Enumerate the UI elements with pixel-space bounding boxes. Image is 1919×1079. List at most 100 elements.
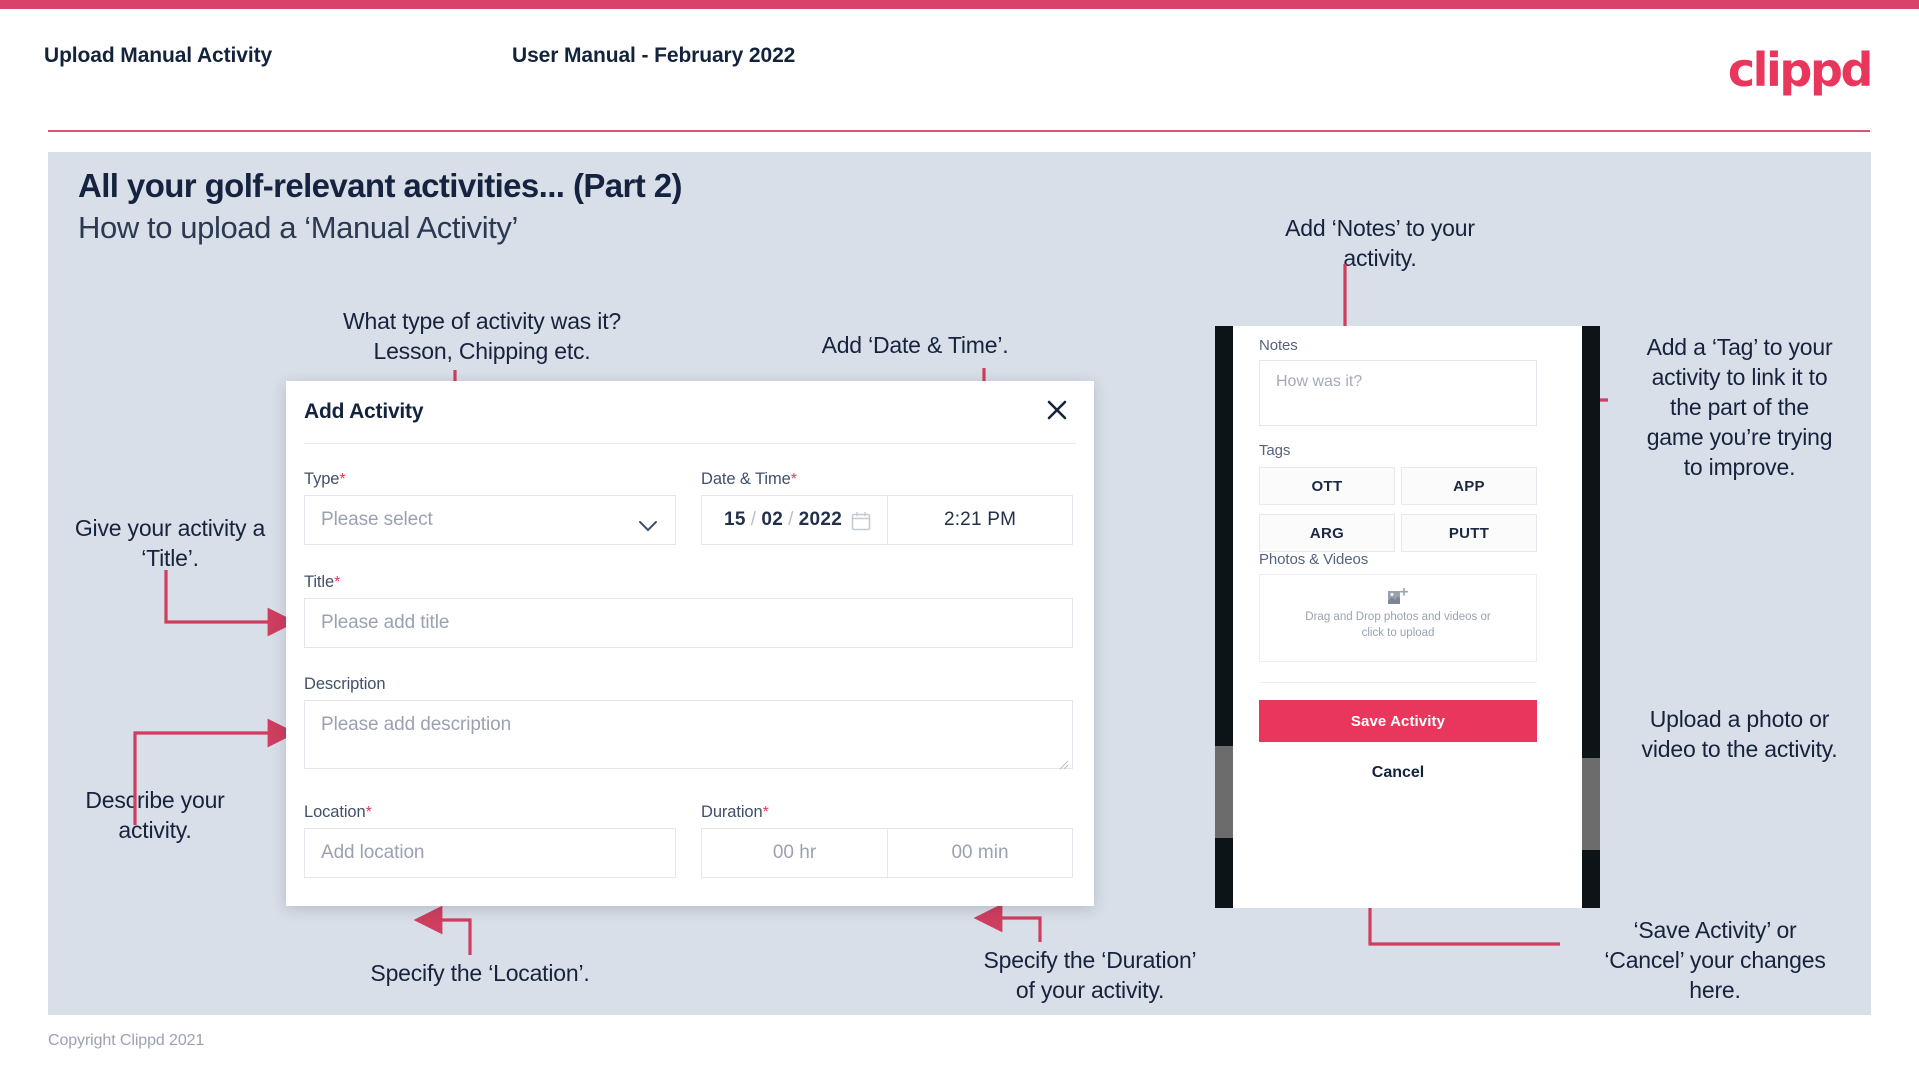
title-label-text: Title bbox=[304, 573, 335, 591]
notes-placeholder: How was it? bbox=[1276, 373, 1363, 390]
datetime-required-mark: * bbox=[790, 471, 797, 488]
annotation-duration: Specify the ‘Duration’ of your activity. bbox=[950, 945, 1230, 1005]
photos-label: Photos & Videos bbox=[1259, 551, 1369, 568]
annotation-tags-line3: the part of the bbox=[1670, 394, 1809, 420]
tag-ott[interactable]: OTT bbox=[1259, 467, 1395, 505]
title-label: Title* bbox=[304, 573, 340, 592]
datetime-field: 15 / 02 / 2022 2:21 PM bbox=[701, 495, 1073, 545]
type-label: Type* bbox=[304, 470, 346, 489]
cancel-button[interactable]: Cancel bbox=[1259, 758, 1537, 788]
annotation-type-line2: Lesson, Chipping etc. bbox=[373, 338, 591, 364]
header-center-title: User Manual - February 2022 bbox=[512, 44, 796, 67]
annotation-duration-line1: Specify the ‘Duration’ bbox=[983, 947, 1197, 973]
type-placeholder: Please select bbox=[321, 509, 433, 530]
date-separator-1: / bbox=[750, 509, 757, 530]
header-left-title: Upload Manual Activity bbox=[44, 44, 273, 67]
modal-header: Add Activity bbox=[286, 381, 1094, 443]
annotation-description: Describe your activity. bbox=[40, 785, 270, 845]
annotation-notes-line1: Add ‘Notes’ to your bbox=[1285, 215, 1475, 241]
annotation-title-line2: ‘Title’. bbox=[141, 545, 199, 571]
annotation-photos-line2: video to the activity. bbox=[1641, 736, 1838, 762]
annotation-description-line2: activity. bbox=[118, 817, 192, 843]
phone-screen: Notes How was it? Tags OTT APP ARG PUTT … bbox=[1233, 326, 1582, 908]
location-required-mark: * bbox=[365, 804, 372, 821]
annotation-type-line1: What type of activity was it? bbox=[343, 308, 621, 334]
phone-bezel-right bbox=[1582, 326, 1600, 908]
location-label-text: Location bbox=[304, 803, 366, 821]
annotation-save-line1: ‘Save Activity’ or bbox=[1633, 917, 1797, 943]
annotation-type: What type of activity was it? Lesson, Ch… bbox=[332, 306, 632, 366]
title-placeholder: Please add title bbox=[321, 612, 450, 633]
type-label-text: Type bbox=[304, 470, 340, 488]
title-input[interactable]: Please add title bbox=[304, 598, 1073, 648]
time-input[interactable]: 2:21 PM bbox=[887, 496, 1072, 544]
annotation-location: Specify the ‘Location’. bbox=[370, 960, 590, 986]
annotation-save-line2: ‘Cancel’ your changes bbox=[1604, 947, 1826, 973]
date-input[interactable]: 15 / 02 / 2022 bbox=[702, 496, 887, 544]
header-divider bbox=[48, 130, 1870, 132]
annotation-save-cancel: ‘Save Activity’ or ‘Cancel’ your changes… bbox=[1565, 915, 1865, 1005]
annotation-notes: Add ‘Notes’ to your activity. bbox=[1225, 213, 1535, 273]
dropzone-line2: click to upload bbox=[1361, 627, 1435, 639]
title-required-mark: * bbox=[334, 574, 341, 591]
notes-textarea[interactable]: How was it? bbox=[1259, 360, 1537, 426]
annotation-duration-line2: of your activity. bbox=[1015, 977, 1165, 1003]
close-icon[interactable] bbox=[1040, 393, 1074, 427]
annotation-photos-line1: Upload a photo or bbox=[1649, 706, 1830, 732]
phone-divider bbox=[1259, 682, 1537, 683]
duration-field: 00 hr 00 min bbox=[701, 828, 1073, 878]
datetime-label-text: Date & Time bbox=[701, 470, 791, 488]
tags-label: Tags bbox=[1259, 442, 1291, 459]
description-label-text: Description bbox=[304, 675, 386, 693]
annotation-tags-line1: Add a ‘Tag’ to your bbox=[1646, 334, 1833, 360]
notes-label: Notes bbox=[1259, 337, 1298, 354]
top-accent-bar bbox=[0, 0, 1919, 9]
slide-title: All your golf-relevant activities... (Pa… bbox=[78, 167, 682, 204]
phone-side-button-left bbox=[1215, 746, 1233, 838]
tag-arg[interactable]: ARG bbox=[1259, 514, 1395, 552]
phone-bezel-left bbox=[1215, 326, 1233, 908]
annotation-photos: Upload a photo or video to the activity. bbox=[1612, 704, 1867, 764]
date-month: 02 bbox=[761, 509, 784, 530]
phone-mockup: Notes How was it? Tags OTT APP ARG PUTT … bbox=[1215, 326, 1600, 908]
date-year: 2022 bbox=[798, 509, 843, 530]
photo-dropzone[interactable]: Drag and Drop photos and videos or click… bbox=[1259, 574, 1537, 662]
description-textarea[interactable]: Please add description bbox=[304, 700, 1073, 770]
date-separator-2: / bbox=[788, 509, 794, 530]
annotation-title-line1: Give your activity a bbox=[74, 515, 266, 541]
duration-label: Duration* bbox=[701, 803, 769, 822]
duration-hours-input[interactable]: 00 hr bbox=[702, 829, 887, 877]
phone-side-button-right bbox=[1582, 758, 1600, 850]
annotation-datetime: Add ‘Date & Time’. bbox=[821, 332, 1009, 358]
modal-title: Add Activity bbox=[304, 400, 424, 423]
slide-subtitle: How to upload a ‘Manual Activity’ bbox=[78, 210, 518, 245]
description-label: Description bbox=[304, 675, 386, 694]
page-header: Upload Manual Activity User Manual - Feb… bbox=[0, 9, 1919, 132]
location-placeholder: Add location bbox=[321, 842, 425, 863]
annotation-title-field: Give your activity a ‘Title’. bbox=[40, 513, 300, 573]
calendar-icon[interactable] bbox=[851, 511, 871, 537]
clippd-logo: clippd bbox=[1727, 43, 1874, 97]
resize-grip-icon[interactable] bbox=[1057, 754, 1069, 770]
datetime-label: Date & Time* bbox=[701, 470, 797, 489]
annotation-tags: Add a ‘Tag’ to your activity to link it … bbox=[1612, 332, 1867, 482]
duration-label-text: Duration bbox=[701, 803, 763, 821]
annotation-tags-line5: to improve. bbox=[1683, 454, 1796, 480]
date-day: 15 bbox=[724, 509, 746, 530]
location-input[interactable]: Add location bbox=[304, 828, 676, 878]
description-placeholder: Please add description bbox=[321, 714, 512, 735]
location-label: Location* bbox=[304, 803, 372, 822]
type-required-mark: * bbox=[339, 471, 346, 488]
annotation-tags-line4: game you’re trying bbox=[1646, 424, 1833, 450]
tag-putt[interactable]: PUTT bbox=[1401, 514, 1537, 552]
save-activity-button[interactable]: Save Activity bbox=[1259, 700, 1537, 742]
add-image-icon bbox=[1387, 587, 1409, 613]
tag-app[interactable]: APP bbox=[1401, 467, 1537, 505]
duration-minutes-input[interactable]: 00 min bbox=[887, 829, 1072, 877]
modal-divider bbox=[304, 443, 1076, 444]
annotation-notes-line2: activity. bbox=[1343, 245, 1417, 271]
type-select[interactable]: Please select bbox=[304, 495, 676, 545]
duration-required-mark: * bbox=[762, 804, 769, 821]
copyright-text: Copyright Clippd 2021 bbox=[48, 1032, 205, 1049]
annotation-description-line1: Describe your bbox=[85, 787, 225, 813]
